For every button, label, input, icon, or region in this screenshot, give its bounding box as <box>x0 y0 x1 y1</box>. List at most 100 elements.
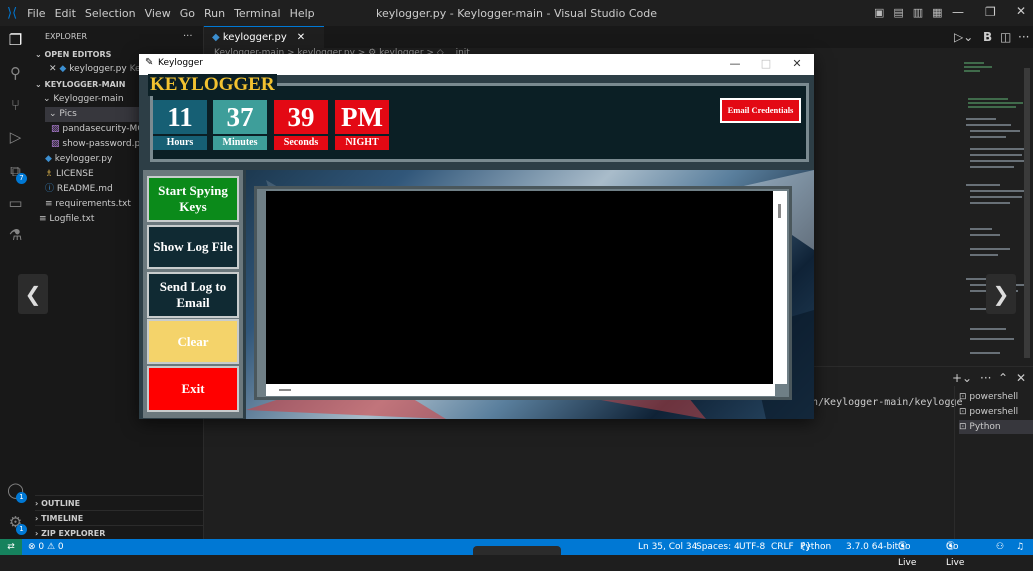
open-editors-header[interactable]: ⌄ OPEN EDITORS <box>35 47 111 62</box>
tree-file[interactable]: ≡ Logfile.txt <box>39 212 94 227</box>
terminal-icon: ⊡ <box>959 392 970 402</box>
start-spying-keys-button[interactable]: Start Spying Keys <box>147 176 239 222</box>
maximize-icon[interactable]: □ <box>752 56 780 72</box>
cursor-position[interactable]: Ln 35, Col 34 <box>638 539 697 555</box>
terminal-item[interactable]: ⊡ powershell <box>959 405 1018 419</box>
chevron-down-icon: ⌄ <box>35 50 45 59</box>
close-icon[interactable]: ✕ <box>297 32 305 43</box>
run-file-icon[interactable]: ▷⌄ <box>954 30 973 44</box>
remote-explorer-icon[interactable]: ▭ <box>6 194 25 213</box>
indentation[interactable]: Spaces: 4 <box>696 539 740 555</box>
email-credentials-button[interactable]: Email Credentials <box>720 98 801 123</box>
remote-indicator-icon[interactable]: ⇄ <box>0 539 22 555</box>
restore-icon[interactable]: ❐ <box>985 5 996 19</box>
encoding[interactable]: UTF-8 <box>739 539 765 555</box>
tab-keylogger-py[interactable]: ◆ keylogger.py ✕ <box>204 26 324 48</box>
settings-gear-icon[interactable]: ⚙ 1 <box>6 513 27 535</box>
tree-file[interactable]: ◆ keylogger.py <box>45 152 112 167</box>
feedback-icon[interactable]: ⚇ <box>996 539 1004 555</box>
close-icon[interactable]: ✕ <box>49 64 59 74</box>
search-icon[interactable]: ⚲ <box>6 64 25 83</box>
folder-header[interactable]: ⌄ KEYLOGGER-MAIN <box>35 77 125 92</box>
end-of-line[interactable]: CRLF <box>771 539 794 555</box>
tree-file[interactable]: ♗ LICENSE <box>45 167 94 182</box>
close-panel-icon[interactable]: ✕ <box>1016 371 1026 385</box>
horizontal-scrollbar[interactable] <box>266 384 775 396</box>
new-terminal-icon[interactable]: +⌄ <box>952 371 972 385</box>
taskbar-peek <box>473 546 561 555</box>
more-actions-icon[interactable]: ··· <box>1018 30 1029 44</box>
open-editors-label: OPEN EDITORS <box>44 50 112 59</box>
notifications-bell-icon[interactable]: ♫ <box>1016 539 1024 555</box>
exit-button[interactable]: Exit <box>147 366 239 412</box>
menu-view[interactable]: View <box>145 7 171 20</box>
outline-section[interactable]: › OUTLINE <box>35 495 207 510</box>
settings-badge: 1 <box>16 524 27 535</box>
accounts-icon[interactable]: ◯ 1 <box>6 481 27 503</box>
terminal-more-icon[interactable]: ··· <box>980 371 991 385</box>
zip-explorer-section[interactable]: › ZIP EXPLORER <box>35 525 207 540</box>
send-log-to-email-button[interactable]: Send Log to Email <box>147 272 239 318</box>
terminal-item[interactable]: ⊡ powershell <box>959 390 1018 404</box>
keylogger-heading: KEYLOGGER <box>148 74 277 96</box>
timeline-label: TIMELINE <box>41 514 84 523</box>
layout-toggle-icons[interactable]: ▣▤▥▦ <box>874 6 952 19</box>
close-icon[interactable]: ✕ <box>1016 4 1026 18</box>
explorer-more-icon[interactable]: ··· <box>183 29 193 44</box>
terminal-item-label: powershell <box>969 392 1019 402</box>
chevron-down-icon: ⌄ <box>49 109 60 119</box>
menu-selection[interactable]: Selection <box>85 7 136 20</box>
button-panel: Start Spying Keys Show Log File Send Log… <box>143 170 243 418</box>
terminal-output-line: n/Keylogger-main/keylogge <box>812 397 963 408</box>
menu-run[interactable]: Run <box>204 7 225 20</box>
license-file-icon: ♗ <box>45 169 56 179</box>
maximize-panel-icon[interactable]: ⌃ <box>998 371 1008 385</box>
previous-arrow-button[interactable]: ❮ <box>18 274 48 314</box>
vertical-scrollbar[interactable] <box>773 191 787 384</box>
tree-file[interactable]: ⓘ README.md <box>45 182 113 197</box>
clear-button[interactable]: Clear <box>147 319 239 364</box>
split-editor-icon[interactable]: ◫ <box>1000 30 1011 44</box>
explorer-icon[interactable]: ❐ <box>6 31 25 50</box>
image-file-icon: ▨ <box>51 139 63 149</box>
run-debug-icon[interactable]: ▷ <box>6 128 25 147</box>
bold-b-icon[interactable]: B <box>983 30 992 44</box>
next-arrow-button[interactable]: ❯ <box>986 274 1016 314</box>
testing-icon[interactable]: ⚗ <box>6 226 25 245</box>
timeline-section[interactable]: › TIMELINE <box>35 510 207 525</box>
open-editor-item[interactable]: ✕ ◆ keylogger.py Key <box>49 62 146 77</box>
problems-indicator[interactable]: ⊗ 0 ⚠ 0 <box>28 539 64 555</box>
menu-terminal[interactable]: Terminal <box>234 7 281 20</box>
tree-folder-root[interactable]: ⌄ Keylogger-main <box>43 92 124 107</box>
minimap[interactable] <box>960 58 1030 368</box>
menu-edit[interactable]: Edit <box>55 7 76 20</box>
terminal-item-active[interactable]: ⊡ Python <box>959 420 1033 434</box>
scroll-thumb[interactable] <box>279 389 291 391</box>
close-icon[interactable]: ✕ <box>783 56 811 72</box>
tree-file-label: LICENSE <box>55 169 94 179</box>
menu-file[interactable]: File <box>27 7 45 20</box>
terminal-icon: ⊡ <box>959 407 970 417</box>
zip-explorer-label: ZIP EXPLORER <box>41 529 106 538</box>
editor-tabs: ◆ keylogger.py ✕ ▷⌄ B ◫ ··· <box>204 26 1033 48</box>
source-control-icon[interactable]: ⑂ <box>6 96 25 115</box>
python-interpreter[interactable]: 3.7.0 64-bit <box>846 539 898 555</box>
scroll-thumb[interactable] <box>778 204 781 218</box>
go-live-label: Go Live <box>946 542 965 568</box>
menu-go[interactable]: Go <box>180 7 195 20</box>
minimize-icon[interactable]: — <box>721 56 749 72</box>
ampm-display: PM <box>335 100 389 134</box>
tree-file[interactable]: ≡ requirements.txt <box>45 197 131 212</box>
accounts-badge: 1 <box>16 492 27 503</box>
menu-help[interactable]: Help <box>290 7 315 20</box>
minimize-icon[interactable]: — <box>952 5 964 19</box>
tree-file-label: keylogger.py <box>54 154 113 164</box>
menu-bar: File Edit Selection View Go Run Terminal… <box>27 7 323 20</box>
extensions-icon[interactable]: ⧉ 7 <box>6 162 27 184</box>
folder-header-label: KEYLOGGER-MAIN <box>44 80 126 89</box>
show-log-file-button[interactable]: Show Log File <box>147 225 239 269</box>
image-file-icon: ▨ <box>51 124 63 134</box>
terminal-item-label: Python <box>969 422 1001 432</box>
log-text-area[interactable] <box>266 191 775 384</box>
title-bar: ⟩⟨ File Edit Selection View Go Run Termi… <box>0 0 1033 26</box>
